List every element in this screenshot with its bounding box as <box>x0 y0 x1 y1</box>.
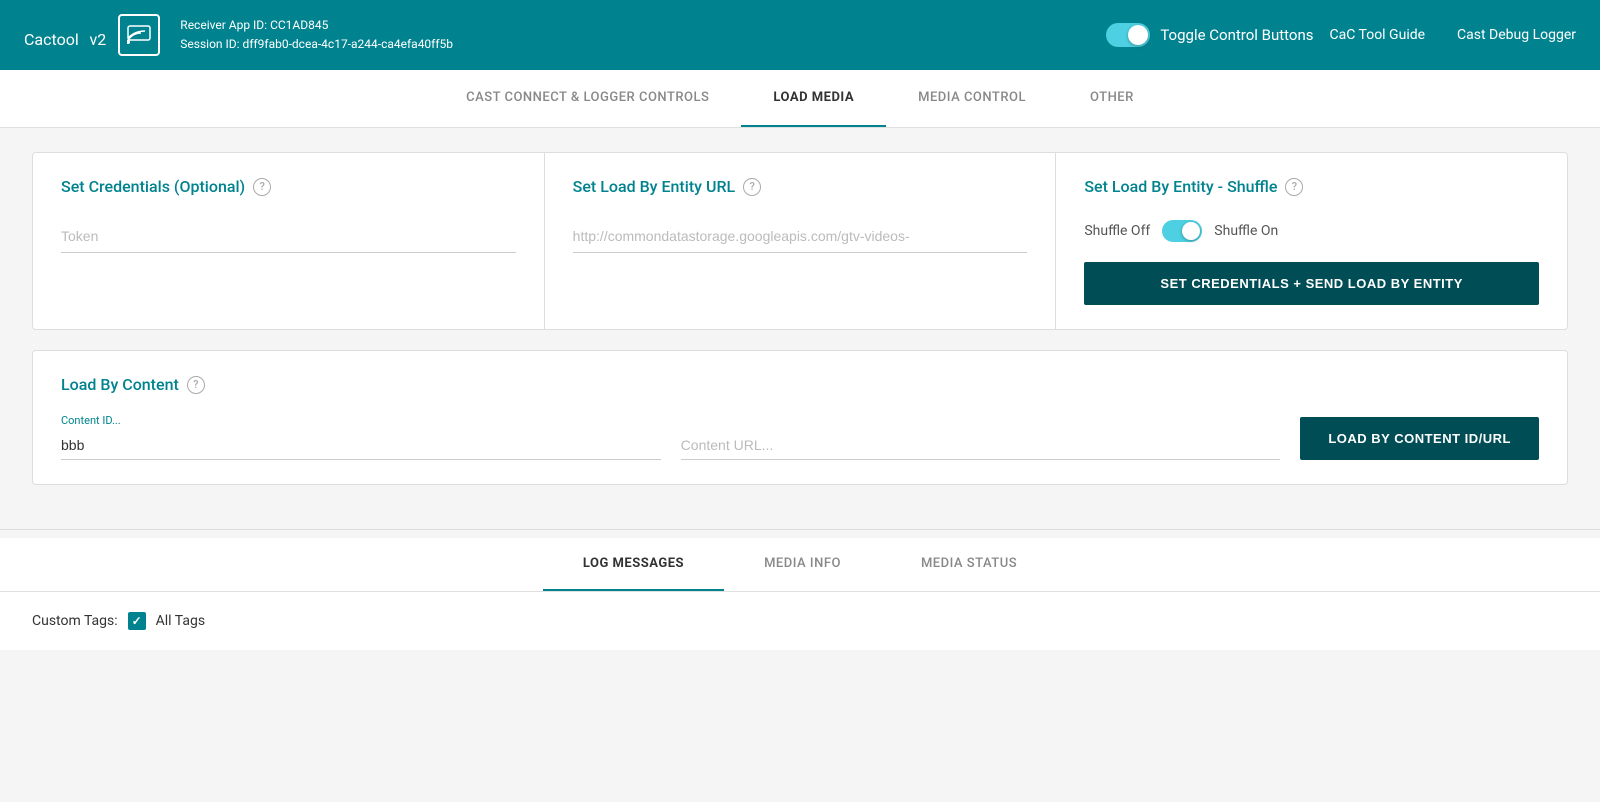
shuffle-row: Shuffle Off Shuffle On <box>1084 220 1539 242</box>
set-credentials-send-load-entity-button[interactable]: SET CREDENTIALS + SEND LOAD BY ENTITY <box>1084 262 1539 305</box>
credentials-card-title: Set Credentials (Optional) ? <box>61 177 516 196</box>
tab-media-status[interactable]: MEDIA STATUS <box>881 538 1057 591</box>
load-content-card: Load By Content ? Content ID... LOAD BY … <box>32 350 1568 485</box>
tab-other[interactable]: OTHER <box>1058 70 1166 127</box>
shuffle-toggle[interactable] <box>1162 220 1202 242</box>
divider <box>0 529 1600 530</box>
entity-shuffle-help-icon[interactable]: ? <box>1285 178 1303 196</box>
main-content: Set Credentials (Optional) ? Set Load By… <box>0 128 1600 529</box>
logo-text: Cactool v2 <box>24 19 106 52</box>
entity-url-card: Set Load By Entity URL ? <box>545 153 1057 329</box>
cac-tool-guide-link[interactable]: CaC Tool Guide <box>1330 27 1426 43</box>
entity-shuffle-card: Set Load By Entity - Shuffle ? Shuffle O… <box>1056 153 1567 329</box>
entity-url-card-title: Set Load By Entity URL ? <box>573 177 1028 196</box>
entity-url-help-icon[interactable]: ? <box>743 178 761 196</box>
logo-version: v2 <box>90 30 107 49</box>
top-tabs: CAST CONNECT & LOGGER CONTROLS LOAD MEDI… <box>0 70 1600 128</box>
content-id-group: Content ID... <box>61 414 661 460</box>
load-content-help-icon[interactable]: ? <box>187 376 205 394</box>
header-links: CaC Tool Guide Cast Debug Logger <box>1330 27 1577 43</box>
cards-row: Set Credentials (Optional) ? Set Load By… <box>32 152 1568 330</box>
load-content-title-text: Load By Content <box>61 375 179 394</box>
session-id: Session ID: dff9fab0-dcea-4c17-a244-ca4e… <box>180 35 453 54</box>
load-content-row: Content ID... LOAD BY CONTENT ID/URL <box>61 414 1539 460</box>
cast-icon <box>118 14 160 56</box>
bottom-tabs: LOG MESSAGES MEDIA INFO MEDIA STATUS <box>0 538 1600 592</box>
entity-url-input[interactable] <box>573 220 1028 253</box>
credentials-card: Set Credentials (Optional) ? <box>33 153 545 329</box>
toggle-section: Toggle Control Buttons <box>1106 23 1313 47</box>
app-header: Cactool v2 Receiver App ID: CC1AD845 Ses… <box>0 0 1600 70</box>
logo-section: Cactool v2 <box>24 14 160 56</box>
logo-name: Cactool <box>24 30 79 49</box>
entity-shuffle-title-text: Set Load By Entity - Shuffle <box>1084 177 1277 196</box>
all-tags-checkbox[interactable] <box>128 612 146 630</box>
custom-tags-label: Custom Tags: <box>32 613 118 629</box>
tab-cast-connect[interactable]: CAST CONNECT & LOGGER CONTROLS <box>434 70 741 127</box>
content-id-label: Content ID... <box>61 414 661 427</box>
tab-media-control[interactable]: MEDIA CONTROL <box>886 70 1058 127</box>
content-id-input[interactable] <box>61 431 661 460</box>
shuffle-on-label: Shuffle On <box>1214 223 1278 239</box>
custom-tags-row: Custom Tags: All Tags <box>0 592 1600 650</box>
shuffle-off-label: Shuffle Off <box>1084 223 1150 239</box>
toggle-label: Toggle Control Buttons <box>1160 26 1313 44</box>
token-input[interactable] <box>61 220 516 253</box>
toggle-control-buttons[interactable] <box>1106 23 1150 47</box>
receiver-app-id: Receiver App ID: CC1AD845 <box>180 16 453 35</box>
all-tags-label: All Tags <box>156 613 205 629</box>
credentials-title-text: Set Credentials (Optional) <box>61 177 245 196</box>
load-by-content-button[interactable]: LOAD BY CONTENT ID/URL <box>1300 417 1539 460</box>
entity-url-title-text: Set Load By Entity URL <box>573 177 735 196</box>
content-url-input[interactable] <box>681 431 1281 460</box>
load-content-title: Load By Content ? <box>61 375 1539 394</box>
header-info: Receiver App ID: CC1AD845 Session ID: df… <box>180 16 453 54</box>
credentials-help-icon[interactable]: ? <box>253 178 271 196</box>
tab-media-info[interactable]: MEDIA INFO <box>724 538 881 591</box>
entity-shuffle-card-title: Set Load By Entity - Shuffle ? <box>1084 177 1539 196</box>
cast-debug-logger-link[interactable]: Cast Debug Logger <box>1457 27 1576 43</box>
content-url-group <box>681 431 1281 460</box>
tab-load-media[interactable]: LOAD MEDIA <box>741 70 886 127</box>
tab-log-messages[interactable]: LOG MESSAGES <box>543 538 724 591</box>
